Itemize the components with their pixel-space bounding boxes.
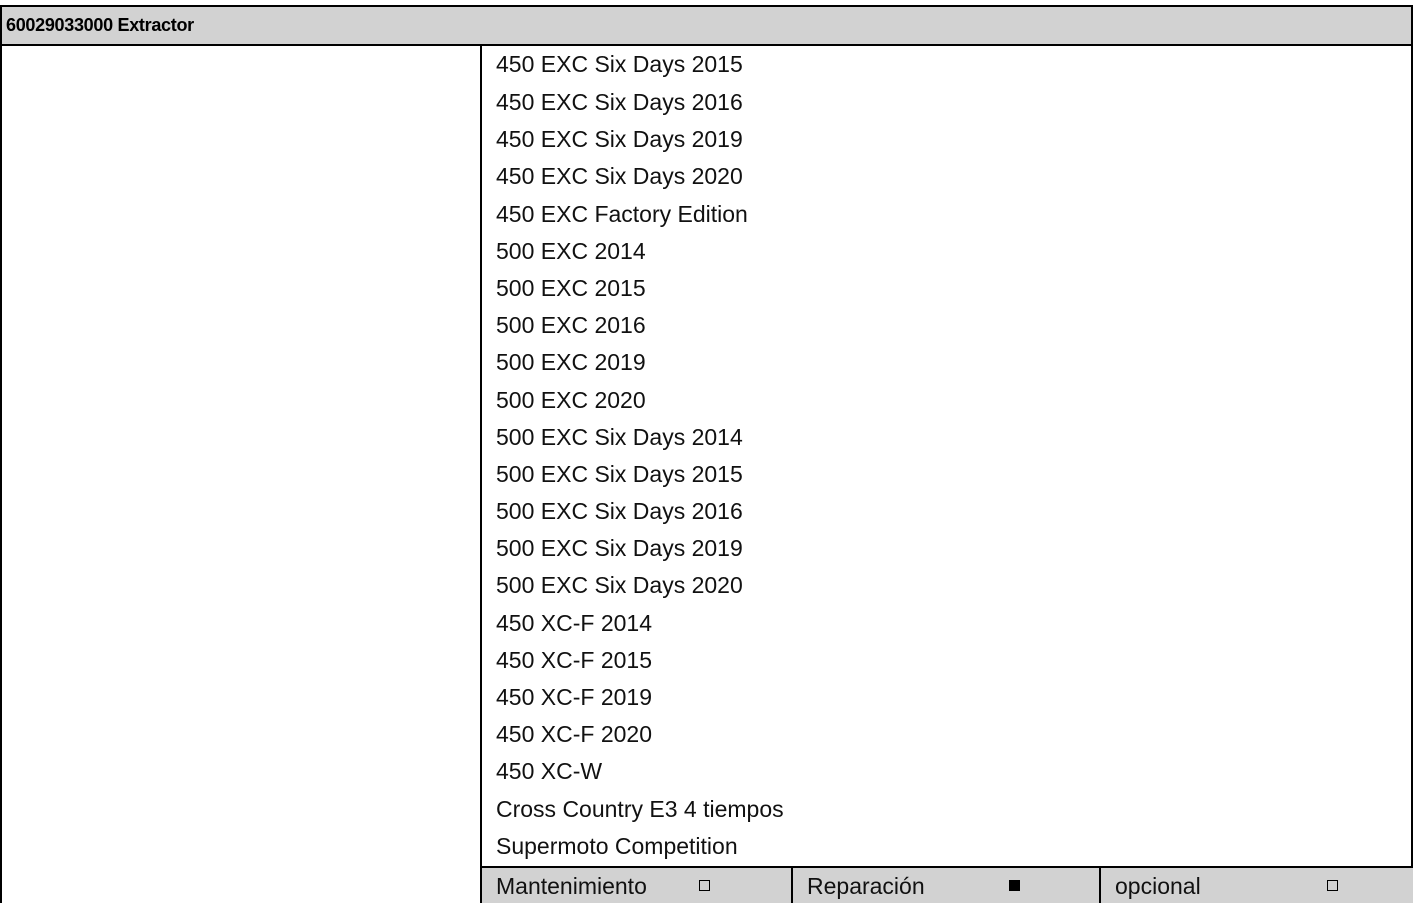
repair-cell: Reparación: [791, 868, 1099, 903]
compatible-models-list: 450 EXC Six Days 2015 450 EXC Six Days 2…: [484, 46, 1413, 865]
list-item: 500 EXC 2014: [496, 237, 646, 264]
list-item: 450 XC-F 2019: [496, 684, 652, 710]
usage-category-row: Mantenimiento Reparación opcional: [482, 866, 1413, 903]
list-item: 450 EXC Factory Edition: [496, 200, 748, 227]
list-item: 450 XC-F 2020: [496, 721, 652, 748]
tool-sheet: 60029033000 Extractor 450 EXC Six Days 2…: [0, 5, 1413, 903]
tool-title: 60029033000 Extractor: [6, 15, 194, 35]
list-item: 450 EXC Six Days 2020: [496, 163, 743, 190]
list-item: 500 EXC Six Days 2015: [496, 460, 743, 487]
list-item: 500 EXC Six Days 2016: [496, 498, 743, 525]
optional-cell: opcional: [1099, 868, 1413, 903]
repair-checkbox: [1009, 880, 1020, 891]
tool-header: 60029033000 Extractor: [2, 5, 1411, 46]
list-item: 450 XC-F 2014: [496, 609, 652, 636]
list-item: 450 XC-F 2015: [496, 646, 652, 673]
list-item: 500 EXC 2016: [496, 312, 646, 339]
maintenance-checkbox: [699, 880, 710, 891]
left-image-column: [2, 46, 482, 903]
list-item: 450 XC-W: [496, 758, 603, 785]
list-item: 500 EXC 2019: [496, 349, 646, 376]
list-item: 500 EXC Six Days 2019: [496, 535, 743, 562]
list-item: 500 EXC Six Days 2014: [496, 423, 743, 450]
list-item: Supermoto Competition: [496, 832, 738, 859]
list-item: 450 EXC Six Days 2019: [496, 126, 743, 153]
list-item: 450 EXC Six Days 2016: [496, 89, 743, 115]
list-item: 500 EXC 2015: [496, 274, 646, 301]
repair-label: Reparación: [807, 873, 925, 899]
maintenance-label: Mantenimiento: [496, 873, 647, 899]
list-item: 500 EXC Six Days 2020: [496, 572, 743, 599]
optional-label: opcional: [1115, 873, 1201, 899]
optional-checkbox: [1327, 880, 1338, 891]
list-item: 450 EXC Six Days 2015: [496, 51, 743, 77]
maintenance-cell: Mantenimiento: [482, 868, 791, 903]
list-item: Cross Country E3 4 tiempos: [496, 795, 784, 822]
list-item: 500 EXC 2020: [496, 386, 646, 413]
